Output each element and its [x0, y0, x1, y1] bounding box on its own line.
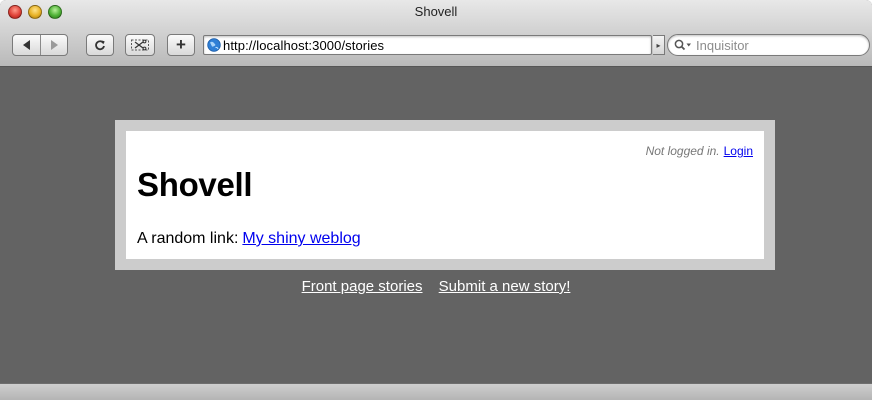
random-story-link[interactable]: My shiny weblog	[242, 230, 360, 247]
forward-button[interactable]	[40, 35, 67, 55]
login-status-line: Not logged in. Login	[646, 144, 753, 158]
login-link[interactable]: Login	[724, 144, 753, 158]
submit-story-link[interactable]: Submit a new story!	[439, 278, 571, 295]
login-status-text: Not logged in.	[645, 144, 720, 158]
browser-window: Shovell + http://localhost:3000/stories …	[0, 0, 872, 400]
browser-chrome: Shovell + http://localhost:3000/stories …	[0, 0, 872, 67]
back-button[interactable]	[13, 35, 40, 55]
status-bar	[0, 383, 872, 400]
add-bookmark-button[interactable]: +	[167, 34, 195, 56]
site-title: Shovell	[137, 166, 253, 203]
snapback-button[interactable]	[125, 34, 155, 56]
address-bar[interactable]: http://localhost:3000/stories	[203, 35, 652, 55]
reload-button[interactable]	[86, 34, 114, 56]
reload-icon	[95, 40, 105, 51]
random-link-line: A random link: My shiny weblog	[137, 230, 361, 248]
forward-arrow-icon	[50, 40, 58, 50]
url-text: http://localhost:3000/stories	[223, 37, 385, 53]
back-arrow-icon	[23, 40, 30, 50]
content-box: Not logged in. Login Shovell A random lin…	[126, 131, 764, 259]
globe-icon	[207, 38, 221, 52]
search-input[interactable]	[696, 37, 856, 53]
address-bar-end-cap: ▸	[653, 35, 665, 55]
window-title: Shovell	[414, 4, 458, 19]
back-forward-control	[12, 34, 68, 56]
content-frame: Not logged in. Login Shovell A random lin…	[115, 120, 775, 270]
random-link-label: A random link:	[137, 230, 239, 247]
scissors-icon	[131, 39, 149, 51]
page-viewport: Not logged in. Login Shovell A random lin…	[0, 68, 872, 383]
page-navigation: Front page stories Submit a new story!	[0, 278, 872, 295]
search-field[interactable]	[667, 34, 870, 56]
plus-icon: +	[176, 35, 186, 54]
search-icon	[674, 39, 692, 51]
front-page-stories-link[interactable]: Front page stories	[302, 278, 423, 295]
